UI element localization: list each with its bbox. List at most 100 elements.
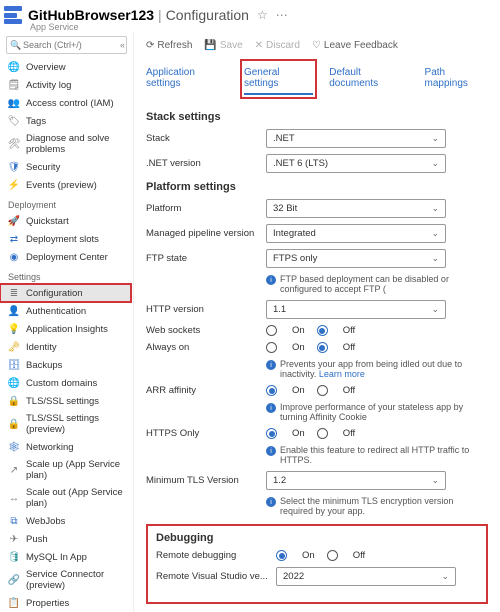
- net-version-select[interactable]: .NET 6 (LTS)⌄: [266, 154, 446, 173]
- platform-heading: Platform settings: [146, 181, 488, 193]
- sidebar-item-scale-out[interactable]: ↔Scale out (App Service plan): [0, 484, 131, 512]
- heart-icon: ♡: [312, 40, 321, 51]
- sidebar-item-activity-log[interactable]: 🗒Activity log: [0, 76, 131, 94]
- sidebar-item-diagnose[interactable]: 🛠Diagnose and solve problems: [0, 130, 131, 158]
- ftp-info: i FTP based deployment can be disabled or…: [266, 274, 488, 294]
- arr-info: iImprove performance of your stateless a…: [266, 402, 488, 422]
- off-label: Off: [343, 342, 356, 353]
- remote-debug-on-radio[interactable]: [276, 550, 287, 561]
- sidebar-item-deployment-slots[interactable]: ⇄Deployment slots: [0, 230, 131, 248]
- sidebar-item-backups[interactable]: 🗄Backups: [0, 356, 131, 374]
- on-label: On: [292, 342, 305, 353]
- websockets-off-radio[interactable]: [317, 325, 328, 336]
- always-on-on-radio[interactable]: [266, 342, 277, 353]
- network-icon: 🕸: [8, 441, 20, 453]
- favorite-star-icon[interactable]: ☆: [257, 8, 268, 22]
- sidebar-item-tls-ssl[interactable]: 🔒TLS/SSL settings: [0, 392, 131, 410]
- arr-on-radio[interactable]: [266, 385, 277, 396]
- lock-icon: 🔒: [8, 395, 20, 407]
- off-label: Off: [343, 385, 356, 396]
- sidebar-item-properties[interactable]: 📋Properties: [0, 594, 131, 612]
- feedback-button[interactable]: ♡Leave Feedback: [312, 40, 398, 51]
- sidebar-item-custom-domains[interactable]: 🌐Custom domains: [0, 374, 131, 392]
- sidebar-item-access-control[interactable]: 👥Access control (IAM): [0, 94, 131, 112]
- learn-more-link[interactable]: Learn more: [319, 369, 365, 379]
- sidebar-item-security[interactable]: 🛡Security: [0, 158, 131, 176]
- http-select[interactable]: 1.1 ⌄: [266, 300, 446, 319]
- refresh-button[interactable]: ⟳Refresh: [146, 40, 192, 51]
- sidebar-item-overview[interactable]: 🌐Overview: [0, 58, 131, 76]
- sidebar-item-label: Push: [26, 534, 48, 545]
- chevron-down-icon: ⌄: [431, 304, 439, 315]
- sidebar-item-identity[interactable]: 🗝Identity: [0, 338, 131, 356]
- webjobs-icon: ⧉: [8, 515, 20, 527]
- sidebar-item-tags[interactable]: 🏷Tags: [0, 112, 131, 130]
- pipeline-select[interactable]: Integrated⌄: [266, 224, 446, 243]
- sidebar-item-label: Deployment Center: [26, 252, 108, 263]
- sidebar-item-configuration[interactable]: ≣Configuration: [0, 284, 131, 302]
- save-icon: 💾: [204, 40, 216, 51]
- tls-info-text: Select the minimum TLS encryption versio…: [280, 496, 488, 516]
- sidebar-item-scale-up[interactable]: ↗Scale up (App Service plan): [0, 456, 131, 484]
- properties-icon: 📋: [8, 597, 20, 609]
- sidebar-item-mysql[interactable]: 🛢 MySQL In App: [0, 548, 131, 566]
- info-icon: i: [266, 275, 276, 285]
- remote-debug-off-radio[interactable]: [327, 550, 338, 561]
- sidebar-item-tls-ssl-preview[interactable]: 🔒TLS/SSL settings (preview): [0, 410, 131, 438]
- tab-general-settings[interactable]: General settings: [244, 63, 313, 95]
- info-icon: i: [266, 403, 276, 413]
- arr-off-radio[interactable]: [317, 385, 328, 396]
- http-value: 1.1: [273, 304, 286, 315]
- more-icon[interactable]: ⋯: [276, 8, 288, 22]
- sidebar-group-settings: Settings: [0, 266, 131, 284]
- platform-select[interactable]: 32 Bit⌄: [266, 199, 446, 218]
- sidebar-item-quickstart[interactable]: 🚀Quickstart: [0, 212, 131, 230]
- sidebar-item-push[interactable]: ✈Push: [0, 530, 131, 548]
- save-button[interactable]: 💾 Save: [204, 40, 242, 51]
- https-off-radio[interactable]: [317, 428, 328, 439]
- tab-default-documents[interactable]: Default documents: [329, 63, 408, 95]
- config-icon: ≣: [8, 287, 20, 299]
- remote-vs-select[interactable]: 2022⌄: [276, 567, 456, 586]
- connector-icon: 🔗: [8, 574, 20, 586]
- platform-label: Platform: [146, 203, 266, 214]
- ftp-select[interactable]: FTPS only⌄: [266, 249, 446, 268]
- database-icon: 🛢: [8, 551, 20, 563]
- sidebar-item-label: Identity: [26, 342, 57, 353]
- scale-up-icon: ↗: [8, 464, 20, 476]
- search-input[interactable]: [6, 36, 127, 54]
- remote-vs-value: 2022: [283, 571, 304, 582]
- lightning-icon: ⚡: [8, 179, 20, 191]
- websockets-on-radio[interactable]: [266, 325, 277, 336]
- tab-application-settings[interactable]: Application settings: [146, 63, 228, 95]
- https-on-radio[interactable]: [266, 428, 277, 439]
- ftp-info-text: FTP based deployment can be disabled or …: [280, 274, 488, 294]
- sidebar-item-webjobs[interactable]: ⧉WebJobs: [0, 512, 131, 530]
- tabs: Application settings General settings De…: [134, 59, 500, 95]
- sidebar-item-label: MySQL In App: [26, 552, 87, 563]
- sidebar-item-events[interactable]: ⚡Events (preview): [0, 176, 131, 194]
- stack-label: Stack: [146, 133, 266, 144]
- tls-select[interactable]: 1.2⌄: [266, 471, 446, 490]
- arr-label: ARR affinity: [146, 385, 266, 396]
- stack-select[interactable]: .NET⌄: [266, 129, 446, 148]
- remote-debugging-label: Remote debugging: [156, 550, 276, 561]
- save-label: Save: [220, 40, 243, 51]
- https-info: iEnable this feature to redirect all HTT…: [266, 445, 488, 465]
- feedback-label: Leave Feedback: [324, 40, 398, 51]
- sidebar-item-label: Service Connector (preview): [26, 569, 123, 591]
- sidebar-item-label: Application Insights: [26, 324, 108, 335]
- sidebar-item-service-connector[interactable]: 🔗 Service Connector (preview): [0, 566, 131, 594]
- sidebar-item-label: Access control (IAM): [26, 98, 114, 109]
- sidebar-item-deployment-center[interactable]: ◉Deployment Center: [0, 248, 131, 266]
- sidebar-item-networking[interactable]: 🕸Networking: [0, 438, 131, 456]
- always-on-off-radio[interactable]: [317, 342, 328, 353]
- always-on-info-text: Prevents your app from being idled out d…: [280, 359, 462, 379]
- collapse-sidebar-icon[interactable]: «: [120, 40, 125, 50]
- https-only-label: HTTPS Only: [146, 428, 266, 439]
- sidebar-item-app-insights[interactable]: 💡Application Insights: [0, 320, 131, 338]
- discard-button[interactable]: ✕Discard: [255, 40, 300, 51]
- resource-type: App Service: [0, 22, 500, 32]
- sidebar-item-authentication[interactable]: 👤Authentication: [0, 302, 131, 320]
- tab-path-mappings[interactable]: Path mappings: [425, 63, 488, 95]
